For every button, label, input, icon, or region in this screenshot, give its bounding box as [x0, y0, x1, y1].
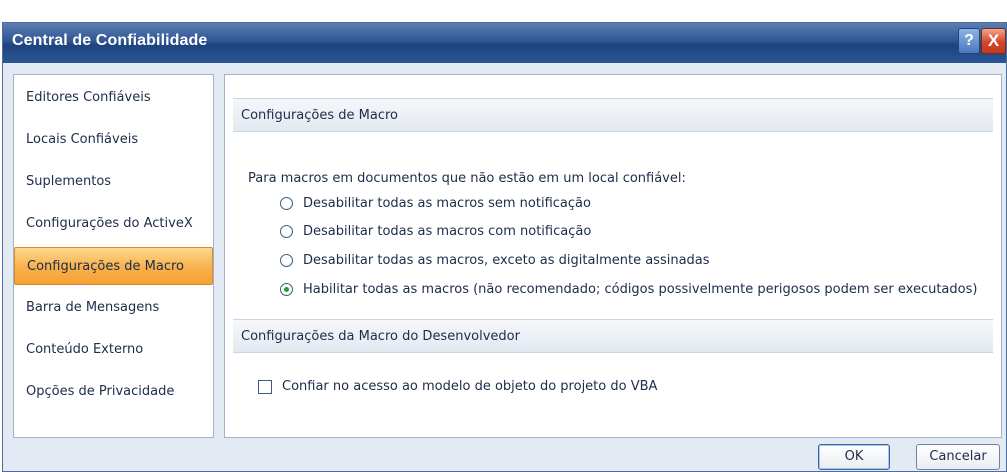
title-bar[interactable]: Central de Confiabilidade ? X [3, 23, 1006, 63]
ok-button[interactable]: OK [818, 444, 890, 470]
radio-button-selected[interactable] [280, 283, 293, 296]
radio-button[interactable] [280, 254, 293, 267]
window-title: Central de Confiabilidade [12, 32, 208, 49]
radio-selected-dot-icon [284, 287, 289, 292]
vba-trust-label: Confiar no acesso ao modelo de objeto do… [282, 379, 658, 394]
settings-panel: Configurações de Macro Para macros em do… [224, 74, 1002, 438]
radio-label: Habilitar todas as macros (não recomenda… [303, 282, 978, 297]
vba-trust-checkbox[interactable] [258, 380, 272, 394]
close-icon[interactable]: X [981, 28, 1006, 54]
macro-settings-description: Para macros em documentos que não estão … [248, 171, 686, 186]
radio-button[interactable] [280, 197, 293, 210]
sidebar-item-macro-settings[interactable]: Configurações de Macro [14, 247, 213, 285]
radio-label: Desabilitar todas as macros sem notifica… [303, 196, 591, 211]
sidebar-item-trusted-publishers[interactable]: Editores Confiáveis [14, 79, 213, 117]
sidebar-item-activex-settings[interactable]: Configurações do ActiveX [14, 205, 213, 243]
radio-label: Desabilitar todas as macros com notifica… [303, 224, 592, 239]
sidebar-item-add-ins[interactable]: Suplementos [14, 163, 213, 201]
developer-settings-header: Configurações da Macro do Desenvolvedor [233, 319, 993, 353]
radio-label: Desabilitar todas as macros, exceto as d… [303, 253, 710, 268]
sidebar-item-trusted-locations[interactable]: Locais Confiáveis [14, 121, 213, 159]
radio-button[interactable] [280, 225, 293, 238]
sidebar-item-message-bar[interactable]: Barra de Mensagens [14, 289, 213, 327]
help-icon[interactable]: ? [958, 28, 980, 54]
sidebar-item-external-content[interactable]: Conteúdo Externo [14, 331, 213, 369]
cancel-button[interactable]: Cancelar [916, 444, 1000, 470]
trust-center-dialog: Central de Confiabilidade ? X Editores C… [2, 22, 1007, 472]
sidebar-nav: Editores Confiáveis Locais Confiáveis Su… [13, 74, 214, 438]
sidebar-item-privacy-options[interactable]: Opções de Privacidade [14, 373, 213, 411]
macro-settings-header: Configurações de Macro [233, 98, 993, 132]
